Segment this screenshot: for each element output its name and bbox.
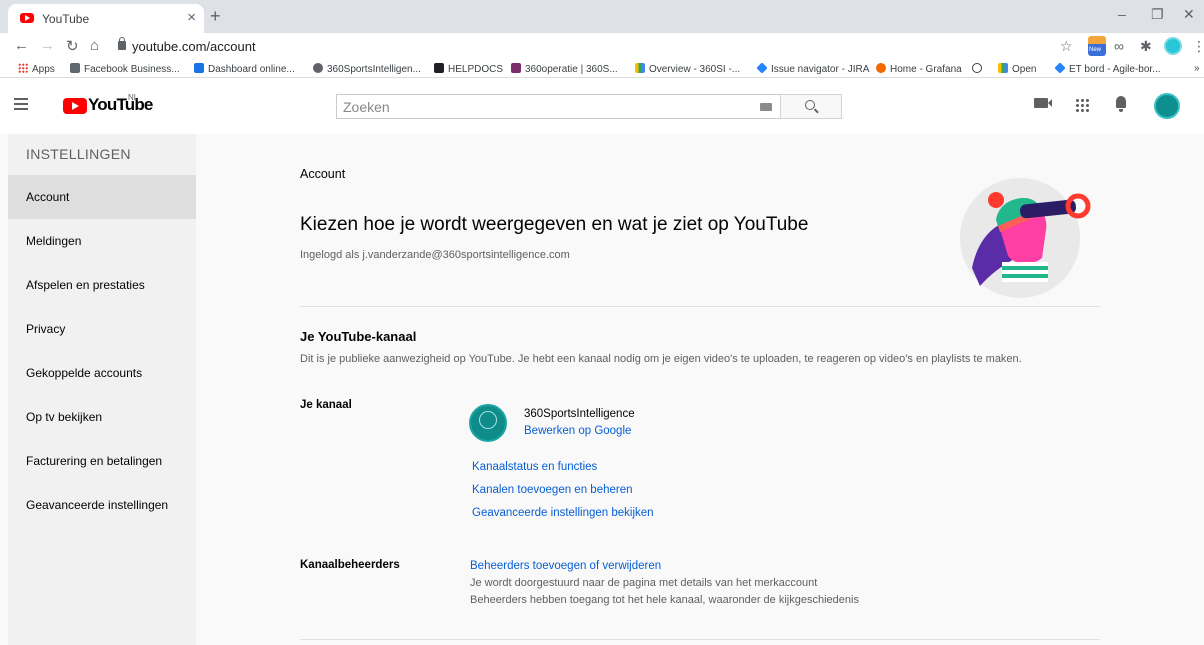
bookmark-star-icon[interactable]: ☆ bbox=[1060, 38, 1073, 55]
browser-tabstrip: YouTube × + – ❐ ✕ bbox=[0, 0, 1204, 33]
bookmark-facebook[interactable]: Facebook Business... bbox=[70, 63, 180, 75]
advanced-settings-link[interactable]: Geavanceerde instellingen bekijken bbox=[472, 507, 654, 519]
sidebar-item-privacy[interactable]: Privacy bbox=[8, 307, 196, 351]
address-bar[interactable]: youtube.com/account bbox=[112, 35, 1072, 59]
keyboard-icon[interactable] bbox=[760, 103, 772, 111]
new-tab-icon[interactable]: + bbox=[210, 6, 221, 27]
bookmark-apps[interactable]: Apps bbox=[18, 63, 55, 75]
new-extension-icon[interactable]: New bbox=[1088, 36, 1106, 56]
sidebar-item-afspelen[interactable]: Afspelen en prestaties bbox=[8, 263, 196, 307]
sidebar-item-gekoppelde-accounts[interactable]: Gekoppelde accounts bbox=[8, 351, 196, 395]
sidebar-item-geavanceerd[interactable]: Geavanceerde instellingen bbox=[8, 483, 196, 527]
360-icon bbox=[972, 63, 982, 73]
extensions-puzzle-icon[interactable]: ✱ bbox=[1140, 38, 1152, 55]
reload-icon[interactable]: ↻ bbox=[66, 37, 79, 55]
sidebar-item-account[interactable]: Account bbox=[8, 175, 196, 219]
notifications-bell-icon[interactable] bbox=[1116, 96, 1126, 112]
close-window-icon[interactable]: ✕ bbox=[1183, 6, 1195, 23]
bookmarks-bar: Apps Facebook Business... Dashboard onli… bbox=[0, 61, 1204, 78]
divider bbox=[300, 639, 1100, 640]
facebook-icon bbox=[70, 63, 80, 73]
manage-managers-link[interactable]: Beheerders toevoegen of verwijderen bbox=[470, 560, 661, 572]
minimize-icon[interactable]: – bbox=[1118, 6, 1126, 22]
url-text: youtube.com/account bbox=[132, 39, 256, 54]
search-input[interactable] bbox=[337, 95, 780, 118]
channel-section-description: Dit is je publieke aanwezigheid op YouTu… bbox=[300, 353, 1022, 365]
bookmark-overview[interactable]: Overview - 360SI -... bbox=[635, 63, 740, 75]
sidebar-item-op-tv[interactable]: Op tv bekijken bbox=[8, 395, 196, 439]
managers-note-redirect: Je wordt doorgestuurd naar de pagina met… bbox=[470, 577, 818, 589]
browser-toolbar: ← → ↻ ⌂ youtube.com/account ☆ New ∞ ✱ ⋮ bbox=[0, 33, 1204, 61]
signed-in-text: Ingelogd als j.vanderzande@360sportsinte… bbox=[300, 249, 570, 261]
close-tab-icon[interactable]: × bbox=[187, 9, 196, 26]
bookmark-open[interactable]: Open bbox=[998, 63, 1036, 75]
drive-icon bbox=[998, 63, 1008, 73]
sidebar-item-meldingen[interactable]: Meldingen bbox=[8, 219, 196, 263]
sidebar-heading: INSTELLINGEN bbox=[26, 146, 131, 162]
youtube-logo-text[interactable]: YouTube bbox=[88, 95, 153, 115]
home-icon[interactable]: ⌂ bbox=[90, 37, 99, 54]
search-icon bbox=[805, 100, 815, 110]
account-settings-main: Account Kiezen hoe je wordt weergegeven … bbox=[196, 134, 1204, 645]
settings-sidebar: INSTELLINGEN Account Meldingen Afspelen … bbox=[8, 134, 196, 645]
drive-icon bbox=[635, 63, 645, 73]
forward-icon[interactable]: → bbox=[40, 37, 55, 54]
channel-name: 360SportsIntelligence bbox=[524, 408, 635, 420]
account-avatar[interactable] bbox=[1154, 93, 1180, 119]
hamburger-menu-icon[interactable] bbox=[14, 98, 28, 110]
jira-icon bbox=[756, 62, 768, 74]
bookmark-dashboard[interactable]: Dashboard online... bbox=[194, 63, 295, 75]
bookmark-360sports[interactable]: 360SportsIntelligen... bbox=[313, 63, 421, 75]
section-title: Account bbox=[300, 167, 346, 181]
channel-managers-label: Kanaalbeheerders bbox=[300, 559, 400, 571]
bookmark-grafana[interactable]: Home - Grafana bbox=[876, 63, 962, 75]
tab-title: YouTube bbox=[42, 12, 90, 26]
bookmark-360[interactable] bbox=[972, 63, 986, 75]
your-channel-label: Je kanaal bbox=[300, 399, 352, 411]
dashboard-icon bbox=[194, 63, 204, 73]
bookmark-jira[interactable]: Issue navigator - JIRA bbox=[756, 62, 869, 75]
profile-avatar[interactable] bbox=[1164, 37, 1182, 55]
youtube-logo-icon[interactable] bbox=[63, 98, 87, 114]
back-icon[interactable]: ← bbox=[14, 37, 29, 54]
grid-icon bbox=[511, 63, 521, 73]
telescope-illustration-icon bbox=[960, 178, 1091, 298]
apps-grid-icon[interactable] bbox=[1075, 98, 1089, 112]
divider bbox=[300, 306, 1100, 307]
glasses-extension-icon[interactable]: ∞ bbox=[1114, 38, 1124, 54]
jira-icon bbox=[1054, 62, 1066, 74]
channel-status-link[interactable]: Kanaalstatus en functies bbox=[472, 461, 597, 473]
helpdocs-icon bbox=[434, 63, 444, 73]
managers-note-access: Beheerders hebben toegang tot het hele k… bbox=[470, 594, 859, 606]
country-code: NL bbox=[128, 93, 139, 102]
youtube-favicon-icon bbox=[20, 13, 34, 23]
lock-icon bbox=[118, 37, 126, 50]
search-button[interactable] bbox=[780, 94, 842, 119]
restore-icon[interactable]: ❐ bbox=[1151, 6, 1164, 23]
bookmarks-overflow[interactable]: » bbox=[1194, 63, 1200, 74]
sidebar-item-facturering[interactable]: Facturering en betalingen bbox=[8, 439, 196, 483]
apps-grid-icon bbox=[18, 63, 28, 73]
grafana-icon bbox=[876, 63, 886, 73]
bookmark-helpdocs[interactable]: HELPDOCS bbox=[434, 63, 503, 75]
edit-on-google-link[interactable]: Bewerken op Google bbox=[524, 425, 631, 437]
bookmark-et-bord[interactable]: ET bord - Agile-bor... bbox=[1054, 62, 1161, 75]
chrome-menu-icon[interactable]: ⋮ bbox=[1192, 38, 1204, 55]
channel-avatar[interactable] bbox=[469, 404, 507, 442]
bookmark-360operatie[interactable]: 360operatie | 360S... bbox=[511, 63, 618, 75]
create-video-icon[interactable] bbox=[1034, 98, 1052, 108]
channel-section-title: Je YouTube-kanaal bbox=[300, 329, 417, 344]
search-box bbox=[336, 94, 781, 119]
globe-icon bbox=[313, 63, 323, 73]
browser-tab[interactable]: YouTube × bbox=[8, 4, 204, 33]
manage-channels-link[interactable]: Kanalen toevoegen en beheren bbox=[472, 484, 633, 496]
youtube-header: YouTube NL bbox=[0, 78, 1204, 134]
page-headline: Kiezen hoe je wordt weergegeven en wat j… bbox=[300, 214, 809, 235]
